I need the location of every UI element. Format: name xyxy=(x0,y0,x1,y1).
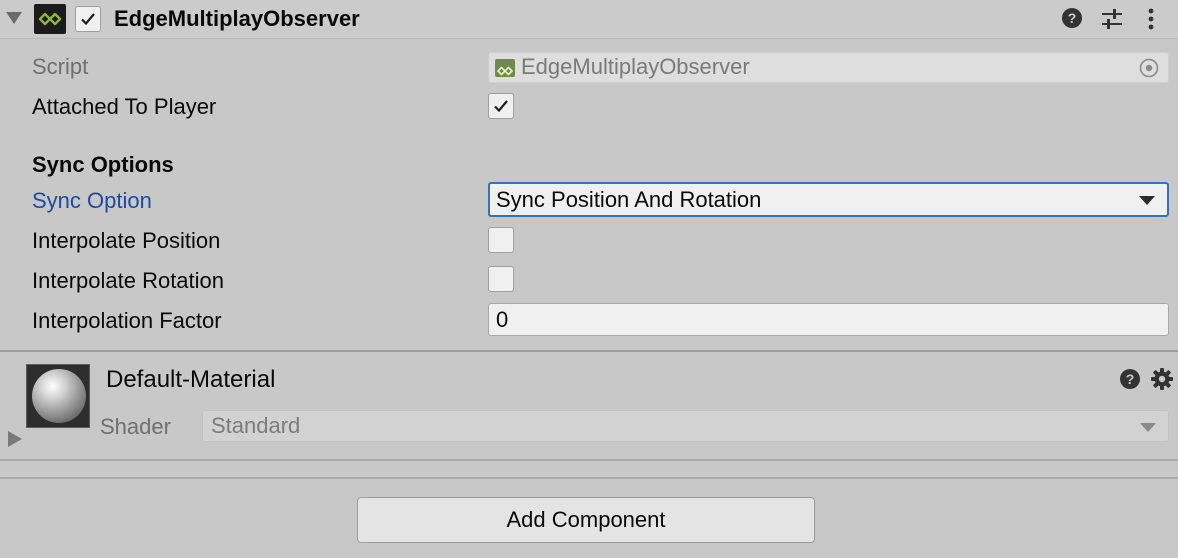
sync-option-value: Sync Position And Rotation xyxy=(496,187,762,212)
edge-multiplay-script-icon xyxy=(34,4,66,34)
interpolation-factor-input[interactable]: 0 xyxy=(488,303,1169,336)
kebab-menu-icon[interactable] xyxy=(1146,7,1156,36)
script-label: Script xyxy=(32,54,89,79)
foldout-expanded-icon[interactable] xyxy=(6,12,22,24)
gear-icon[interactable] xyxy=(1150,367,1174,396)
shader-value: Standard xyxy=(211,413,301,438)
dropdown-arrow-icon xyxy=(1139,196,1155,205)
component-header: EdgeMultiplayObserver ? xyxy=(0,0,1178,39)
sync-option-dropdown[interactable]: Sync Position And Rotation xyxy=(488,182,1169,217)
material-name: Default-Material xyxy=(106,366,276,393)
interpolate-position-checkbox[interactable] xyxy=(488,227,514,253)
sync-options-header: Sync Options xyxy=(32,152,174,177)
material-foldout-collapsed-icon[interactable] xyxy=(8,431,22,447)
script-field[interactable]: EdgeMultiplayObserver xyxy=(488,52,1169,83)
attached-to-player-checkbox[interactable] xyxy=(488,93,514,119)
material-preview-thumbnail xyxy=(26,364,90,428)
sphere-preview-icon xyxy=(32,369,86,423)
script-value: EdgeMultiplayObserver xyxy=(521,54,750,79)
help-icon[interactable]: ? xyxy=(1119,368,1141,395)
section-divider xyxy=(0,459,1178,461)
section-divider xyxy=(0,350,1178,352)
checkmark-icon xyxy=(494,100,508,113)
add-component-button[interactable]: Add Component xyxy=(357,497,815,543)
svg-text:?: ? xyxy=(1126,371,1135,387)
attached-to-player-label: Attached To Player xyxy=(32,94,217,119)
component-enabled-checkbox[interactable] xyxy=(75,6,101,32)
object-picker-icon[interactable] xyxy=(1138,57,1160,86)
checkmark-icon xyxy=(81,13,95,26)
component-title: EdgeMultiplayObserver xyxy=(114,6,360,31)
shader-label: Shader xyxy=(100,414,171,439)
sync-option-label: Sync Option xyxy=(32,188,152,213)
interpolation-factor-label: Interpolation Factor xyxy=(32,308,222,333)
shader-dropdown[interactable]: Standard xyxy=(202,410,1169,442)
interpolate-rotation-label: Interpolate Rotation xyxy=(32,268,225,293)
interpolate-position-label: Interpolate Position xyxy=(32,228,221,253)
svg-text:?: ? xyxy=(1068,10,1077,26)
presets-icon[interactable] xyxy=(1100,8,1124,35)
help-icon[interactable]: ? xyxy=(1061,7,1083,34)
interpolate-rotation-checkbox[interactable] xyxy=(488,266,514,292)
script-icon xyxy=(495,59,515,77)
dropdown-arrow-icon xyxy=(1140,423,1156,432)
section-divider xyxy=(0,477,1178,479)
